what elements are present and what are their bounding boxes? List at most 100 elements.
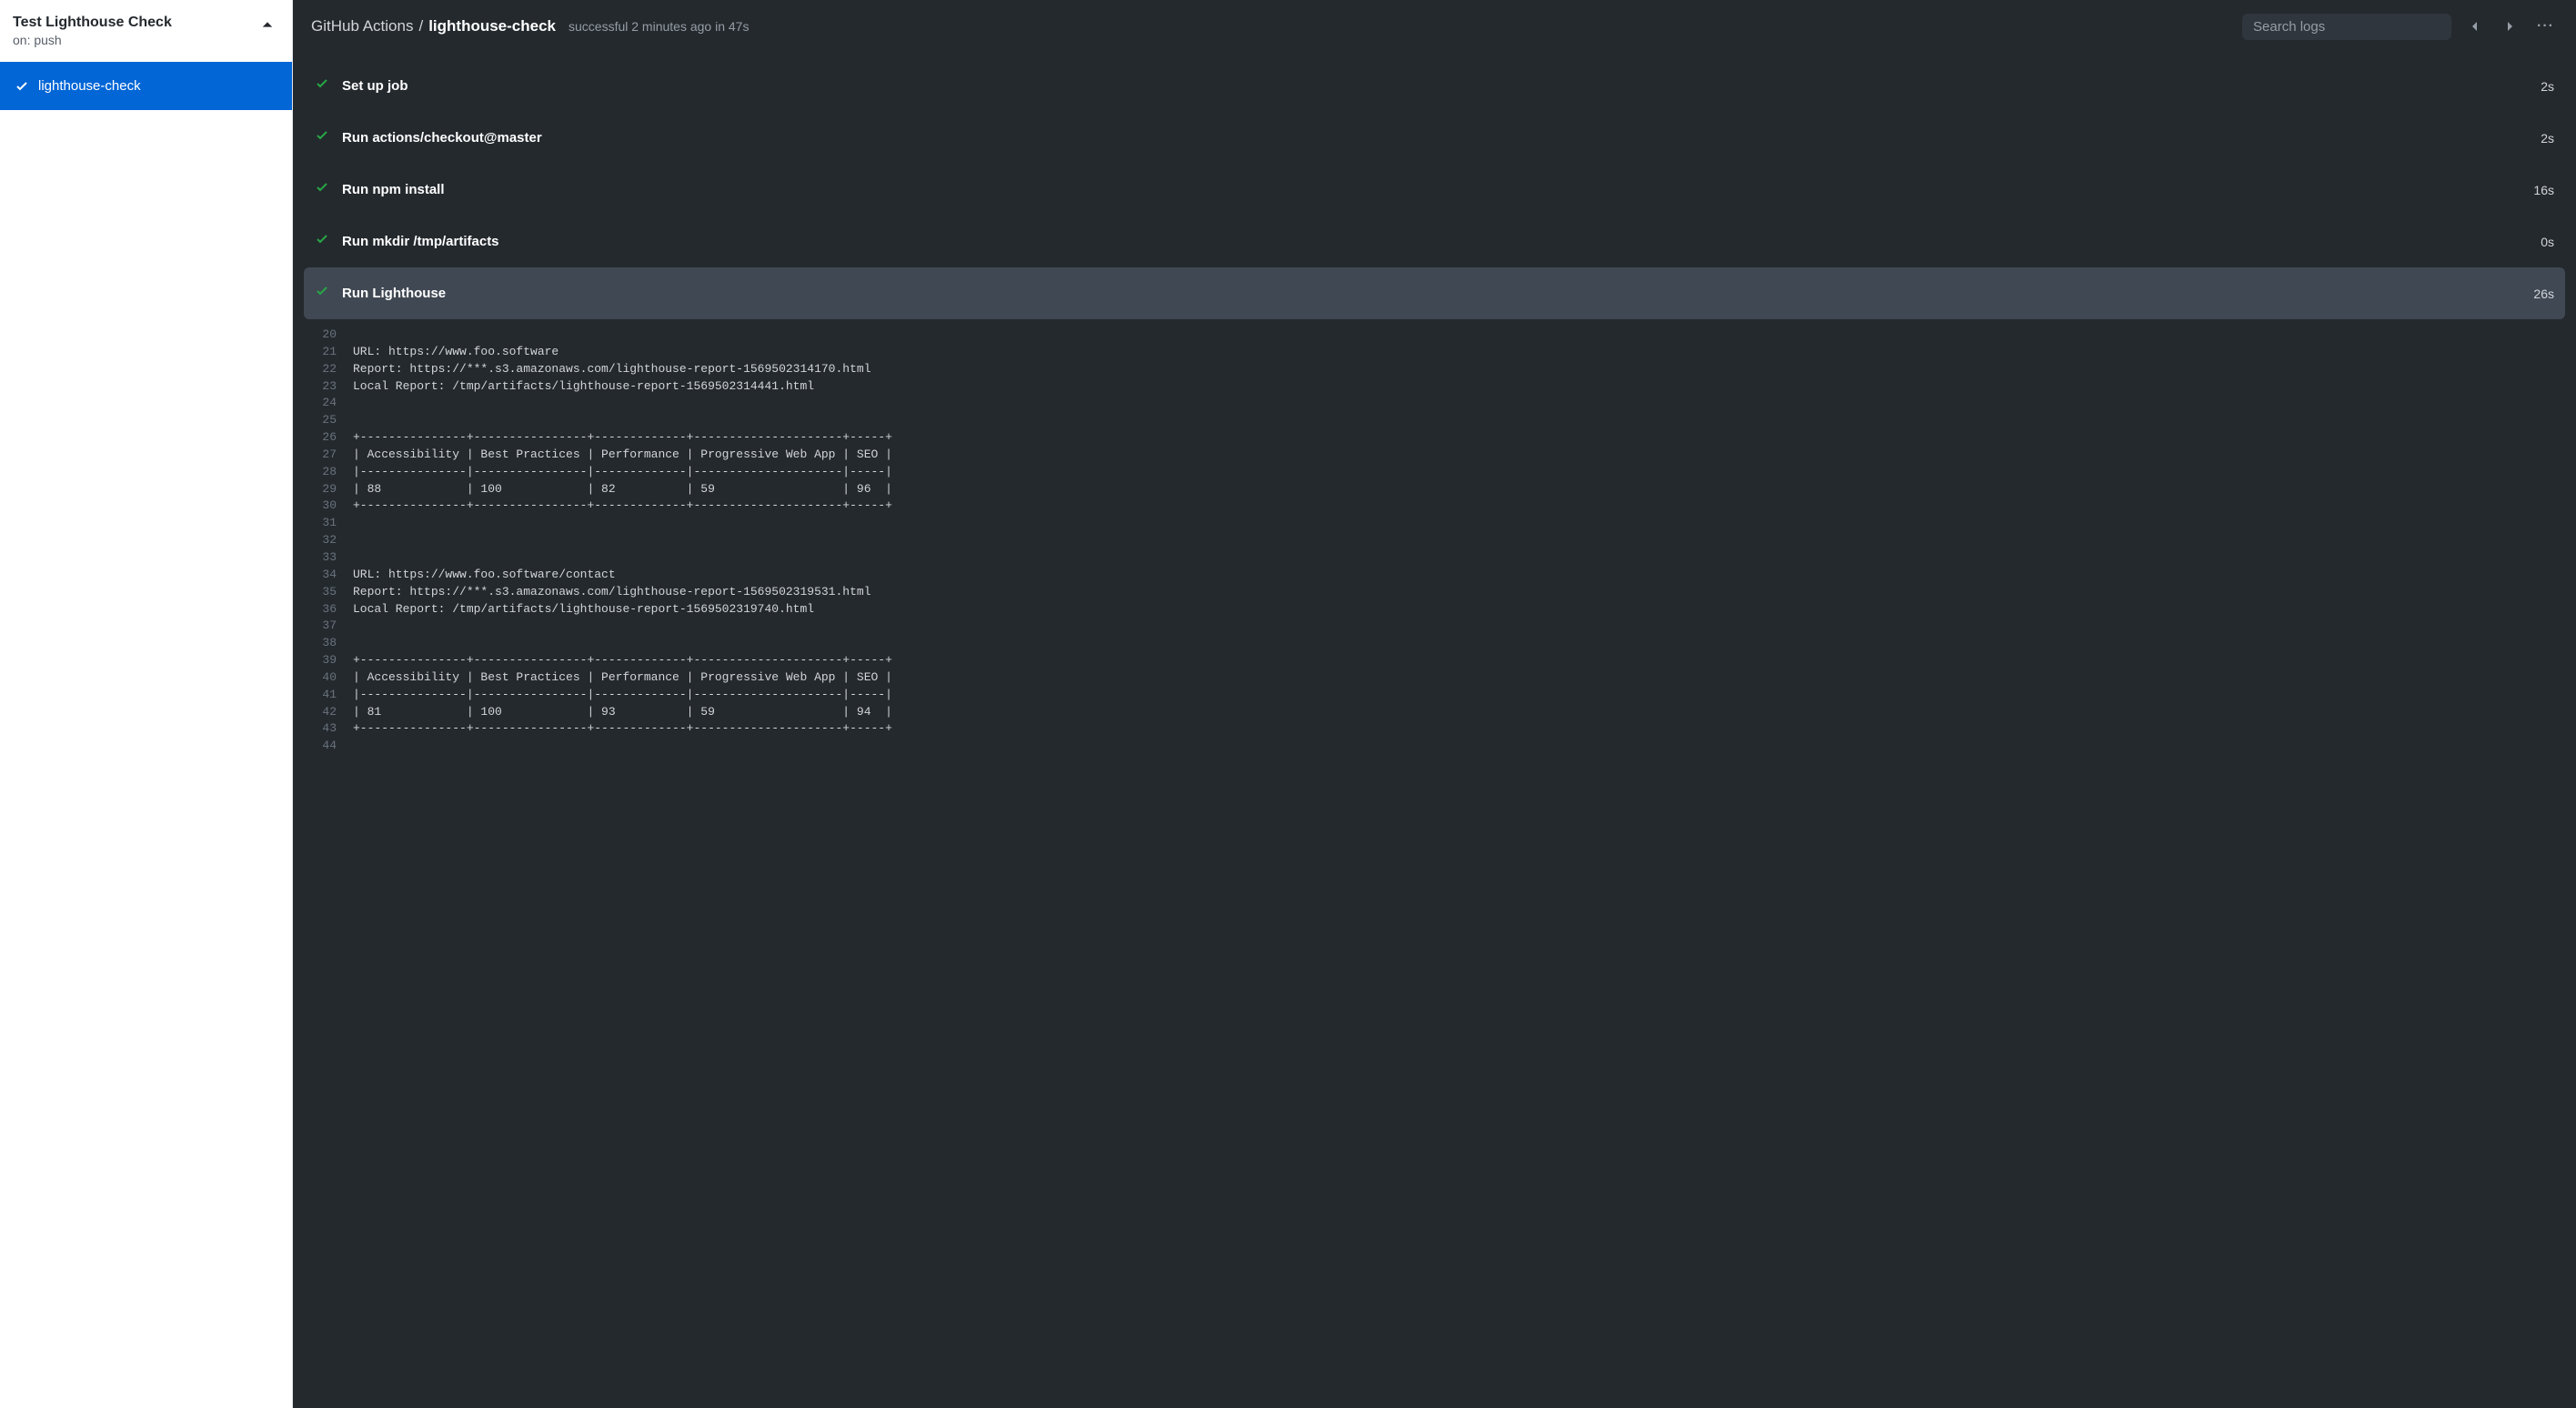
step-name: Run actions/checkout@master: [342, 130, 2528, 146]
workflow-header[interactable]: Test Lighthouse Check on: push: [0, 0, 292, 62]
log-line-number: 33: [304, 549, 353, 567]
workflow-title: Test Lighthouse Check: [13, 15, 172, 31]
step-row[interactable]: Set up job2s: [304, 60, 2565, 112]
log-line-text: URL: https://www.foo.software: [353, 344, 558, 361]
step-row[interactable]: Run Lighthouse 26s: [304, 267, 2565, 319]
log-line-number: 30: [304, 498, 353, 515]
log-line-number: 21: [304, 344, 353, 361]
search-input[interactable]: [2242, 14, 2451, 40]
check-icon: [315, 76, 329, 96]
log-line-number: 36: [304, 601, 353, 619]
log-line-text: +---------------+----------------+------…: [353, 429, 892, 447]
log-line: 24: [304, 395, 2565, 412]
log-line-number: 26: [304, 429, 353, 447]
log-line-number: 44: [304, 738, 353, 755]
log-line-number: 31: [304, 515, 353, 532]
log-line-number: 37: [304, 618, 353, 635]
log-line-number: 34: [304, 567, 353, 584]
log-line-number: 20: [304, 327, 353, 344]
log-line: 32: [304, 532, 2565, 549]
log-line: 35Report: https://***.s3.amazonaws.com/l…: [304, 584, 2565, 601]
breadcrumb-current: lighthouse-check: [428, 17, 556, 35]
log-line-number: 38: [304, 635, 353, 652]
log-output[interactable]: 2021URL: https://www.foo.software22Repor…: [304, 319, 2565, 766]
step-duration: 2s: [2541, 131, 2554, 146]
sidebar-job-lighthouse-check[interactable]: lighthouse-check: [0, 62, 292, 110]
sidebar: Test Lighthouse Check on: push lighthous…: [0, 0, 293, 1408]
log-line-number: 35: [304, 584, 353, 601]
log-line-text: | 88 | 100 | 82 | 59 | 96 |: [353, 481, 892, 498]
log-line-text: Local Report: /tmp/artifacts/lighthouse-…: [353, 378, 814, 396]
log-line-text: Report: https://***.s3.amazonaws.com/lig…: [353, 584, 871, 601]
step-duration: 0s: [2541, 235, 2554, 249]
log-line-text: +---------------+----------------+------…: [353, 652, 892, 669]
log-line-text: |---------------|----------------|------…: [353, 464, 892, 481]
log-line-number: 43: [304, 720, 353, 738]
log-line: 43+---------------+----------------+----…: [304, 720, 2565, 738]
log-line-text: |---------------|----------------|------…: [353, 687, 892, 704]
log-line-number: 29: [304, 481, 353, 498]
log-line-number: 42: [304, 704, 353, 721]
chevron-left-icon: [2468, 19, 2482, 34]
main: GitHub Actions / lighthouse-check succes…: [293, 0, 2576, 1408]
log-line: 22Report: https://***.s3.amazonaws.com/l…: [304, 361, 2565, 378]
log-line-text: | Accessibility | Best Practices | Perfo…: [353, 447, 892, 464]
log-line: 34URL: https://www.foo.software/contact: [304, 567, 2565, 584]
log-line: 37: [304, 618, 2565, 635]
log-line-number: 25: [304, 412, 353, 429]
step-row[interactable]: Run actions/checkout@master 2s: [304, 112, 2565, 164]
breadcrumb-separator: /: [418, 17, 423, 35]
check-icon: [15, 79, 29, 94]
next-button[interactable]: [2499, 14, 2521, 39]
chevron-right-icon: [2502, 19, 2517, 34]
step-duration: 26s: [2533, 287, 2554, 301]
log-line-number: 41: [304, 687, 353, 704]
check-icon: [315, 128, 329, 147]
log-line-number: 27: [304, 447, 353, 464]
log-line: 30+---------------+----------------+----…: [304, 498, 2565, 515]
check-icon: [315, 284, 329, 303]
log-line: 28|---------------|----------------|----…: [304, 464, 2565, 481]
log-line-number: 23: [304, 378, 353, 396]
log-line-number: 22: [304, 361, 353, 378]
log-line: 39+---------------+----------------+----…: [304, 652, 2565, 669]
log-line-text: +---------------+----------------+------…: [353, 498, 892, 515]
steps-list: Set up job2s Run actions/checkout@master 2…: [293, 53, 2576, 1408]
log-line: 27| Accessibility | Best Practices | Per…: [304, 447, 2565, 464]
more-options-button[interactable]: ···: [2533, 13, 2558, 40]
check-icon: [315, 232, 329, 251]
log-line: 44: [304, 738, 2565, 755]
log-line-text: Local Report: /tmp/artifacts/lighthouse-…: [353, 601, 814, 619]
log-line-number: 40: [304, 669, 353, 687]
log-line: 26+---------------+----------------+----…: [304, 429, 2565, 447]
log-line-text: +---------------+----------------+------…: [353, 720, 892, 738]
log-line-text: | 81 | 100 | 93 | 59 | 94 |: [353, 704, 892, 721]
step-name: Run Lighthouse: [342, 286, 2521, 301]
log-line: 36Local Report: /tmp/artifacts/lighthous…: [304, 601, 2565, 619]
log-line: 25: [304, 412, 2565, 429]
step-name: Run npm install: [342, 182, 2521, 197]
log-line: 33: [304, 549, 2565, 567]
kebab-icon: ···: [2537, 18, 2554, 35]
breadcrumb-parent[interactable]: GitHub Actions: [311, 17, 413, 35]
step-duration: 2s: [2541, 79, 2554, 94]
step-name: Run mkdir /tmp/artifacts: [342, 234, 2528, 249]
breadcrumb: GitHub Actions / lighthouse-check: [311, 17, 556, 35]
step-row[interactable]: Run mkdir /tmp/artifacts 0s: [304, 216, 2565, 267]
log-line: 23Local Report: /tmp/artifacts/lighthous…: [304, 378, 2565, 396]
step-duration: 16s: [2533, 183, 2554, 197]
sidebar-job-label: lighthouse-check: [38, 78, 141, 94]
log-line: 31: [304, 515, 2565, 532]
prev-button[interactable]: [2464, 14, 2486, 39]
check-icon: [315, 180, 329, 199]
log-line: 40| Accessibility | Best Practices | Per…: [304, 669, 2565, 687]
step-row[interactable]: Run npm install 16s: [304, 164, 2565, 216]
log-line-number: 28: [304, 464, 353, 481]
main-header: GitHub Actions / lighthouse-check succes…: [293, 0, 2576, 53]
log-line-number: 24: [304, 395, 353, 412]
log-line: 21URL: https://www.foo.software: [304, 344, 2565, 361]
chevron-up-icon[interactable]: [257, 15, 277, 37]
log-line-number: 32: [304, 532, 353, 549]
log-line-text: URL: https://www.foo.software/contact: [353, 567, 616, 584]
log-line: 38: [304, 635, 2565, 652]
